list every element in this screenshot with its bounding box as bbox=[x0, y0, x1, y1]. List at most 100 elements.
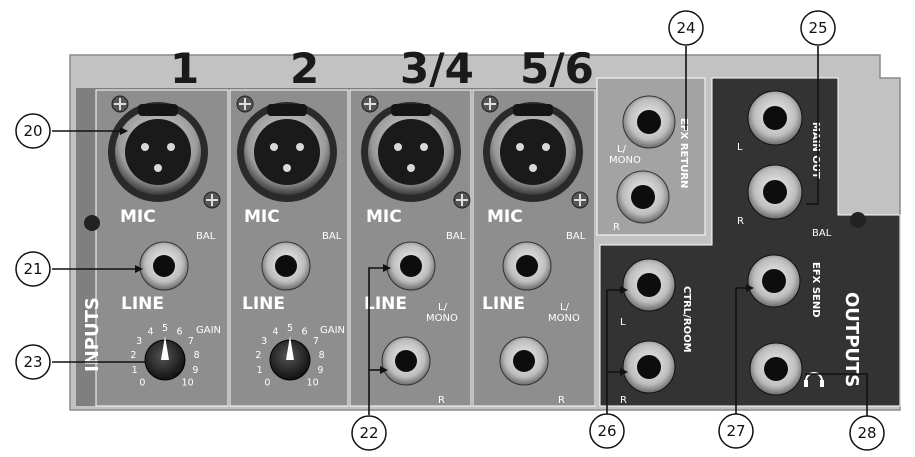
main-out-l-label: L bbox=[737, 142, 743, 153]
efx-return-l-label: L/ bbox=[617, 144, 627, 155]
gain-scale-tick: 6 bbox=[176, 327, 182, 338]
gain-scale-tick: 3 bbox=[261, 336, 267, 347]
efx-send-jack[interactable] bbox=[747, 254, 801, 308]
callout-22: 22 bbox=[351, 415, 387, 451]
xlr-input-2[interactable] bbox=[237, 102, 337, 202]
screw-icon bbox=[481, 95, 499, 113]
xlr-input-1[interactable] bbox=[108, 102, 208, 202]
screw-icon bbox=[571, 191, 589, 209]
main-out-r-label: R bbox=[737, 216, 744, 227]
line-jack-5-6-right[interactable] bbox=[499, 336, 549, 386]
ctrl-room-label: CTRL/ROOM bbox=[681, 286, 692, 353]
callout-21: 21 bbox=[15, 251, 51, 287]
svg-text:22: 22 bbox=[359, 424, 378, 442]
gain-scale-tick: 5 bbox=[287, 323, 293, 334]
svg-text:26: 26 bbox=[597, 422, 616, 440]
bal-label-5-6: BAL bbox=[566, 231, 586, 242]
gain-scale-tick: 0 bbox=[139, 378, 145, 389]
ctrl-room-l-label: L bbox=[620, 317, 626, 328]
outputs-label: OUTPUTS bbox=[841, 292, 862, 387]
gain-scale-tick: 2 bbox=[255, 350, 261, 361]
line-jack-2[interactable] bbox=[261, 241, 311, 291]
bal-label-3-4: BAL bbox=[446, 231, 466, 242]
bal-label-2: BAL bbox=[322, 231, 342, 242]
r-label-3-4: R bbox=[438, 395, 445, 406]
gain-scale-tick: 10 bbox=[182, 378, 194, 389]
gain-scale-tick: 4 bbox=[147, 327, 153, 338]
screw-icon bbox=[453, 191, 471, 209]
inputs-label: INPUTS bbox=[82, 297, 103, 372]
screw-icon bbox=[111, 95, 129, 113]
mic-label-3-4: MIC bbox=[366, 207, 402, 227]
main-out-jack-left[interactable] bbox=[747, 90, 803, 146]
mic-label-1: MIC bbox=[120, 207, 156, 227]
efx-return-label: EFX RETURN bbox=[678, 118, 689, 188]
mic-label-2: MIC bbox=[244, 207, 280, 227]
gain-label-1: GAIN bbox=[196, 325, 221, 336]
gain-scale-tick: 5 bbox=[162, 323, 168, 334]
gain-scale-tick: 7 bbox=[188, 336, 194, 347]
gain-scale-tick: 8 bbox=[319, 350, 325, 361]
line-label-2: LINE bbox=[242, 294, 285, 314]
efx-return-mono-label: MONO bbox=[609, 155, 641, 166]
callout-20: 20 bbox=[15, 113, 51, 149]
gain-scale-tick: 10 bbox=[307, 378, 319, 389]
gain-label-2: GAIN bbox=[320, 325, 345, 336]
gain-scale-tick: 0 bbox=[264, 378, 270, 389]
bal-label-1: BAL bbox=[196, 231, 216, 242]
line-jack-5-6-left[interactable] bbox=[502, 241, 552, 291]
line-jack-3-4-right[interactable] bbox=[381, 336, 431, 386]
xlr-input-3-4[interactable] bbox=[361, 102, 461, 202]
gain-scale-tick: 3 bbox=[136, 336, 142, 347]
screw-icon bbox=[236, 95, 254, 113]
gain-scale-tick: 9 bbox=[192, 365, 198, 376]
callout-28: 28 bbox=[849, 415, 885, 451]
gain-scale-tick: 4 bbox=[272, 327, 278, 338]
headphones-jack[interactable] bbox=[749, 342, 803, 396]
gain-scale-tick: 9 bbox=[317, 365, 323, 376]
callout-26: 26 bbox=[589, 413, 625, 449]
xlr-input-5-6[interactable] bbox=[483, 102, 583, 202]
ctrl-room-r-label: R bbox=[620, 395, 627, 406]
main-out-label: MAIN OUT bbox=[810, 122, 821, 179]
gain-scale-tick: 1 bbox=[132, 365, 138, 376]
ctrl-room-jack-left[interactable] bbox=[622, 258, 676, 312]
svg-text:24: 24 bbox=[676, 19, 695, 37]
svg-text:20: 20 bbox=[23, 122, 42, 140]
efx-send-label: EFX SEND bbox=[810, 262, 821, 318]
mounting-hole-icon bbox=[84, 215, 100, 231]
efx-return-jack-right[interactable] bbox=[616, 170, 670, 224]
ctrl-room-jack-right[interactable] bbox=[622, 340, 676, 394]
gain-scale-tick: 8 bbox=[194, 350, 200, 361]
screw-icon bbox=[361, 95, 379, 113]
gain-scale-tick: 2 bbox=[130, 350, 136, 361]
channel-number-1: 1 bbox=[170, 44, 199, 93]
diagram-svg: 1 2 3/4 5/6 MIC MIC MIC MIC BAL BAL BAL … bbox=[15, 10, 901, 451]
callout-23: 23 bbox=[15, 344, 51, 380]
efx-return-r-label: R bbox=[613, 222, 620, 233]
efx-return-jack-left[interactable] bbox=[622, 95, 676, 149]
main-out-bal-label: BAL bbox=[812, 228, 832, 239]
screw-icon bbox=[203, 191, 221, 209]
svg-text:28: 28 bbox=[857, 424, 876, 442]
main-out-jack-right[interactable] bbox=[747, 164, 803, 220]
svg-text:23: 23 bbox=[23, 353, 42, 371]
gain-scale-tick: 7 bbox=[313, 336, 319, 347]
line-label-3-4: LINE bbox=[364, 294, 407, 314]
mixer-rear-panel-diagram: 1 2 3/4 5/6 MIC MIC MIC MIC BAL BAL BAL … bbox=[0, 0, 915, 453]
svg-text:27: 27 bbox=[726, 422, 745, 440]
channel-number-3-4: 3/4 bbox=[400, 44, 474, 93]
line-label-5-6: LINE bbox=[482, 294, 525, 314]
callout-25: 25 bbox=[800, 10, 836, 46]
callout-24: 24 bbox=[668, 10, 704, 46]
callout-27: 27 bbox=[718, 413, 754, 449]
channel-number-5-6: 5/6 bbox=[520, 44, 594, 93]
line-jack-1[interactable] bbox=[139, 241, 189, 291]
line-label-1: LINE bbox=[121, 294, 164, 314]
line-jack-3-4-left[interactable] bbox=[386, 241, 436, 291]
gain-scale-tick: 1 bbox=[257, 365, 263, 376]
r-label-5-6: R bbox=[558, 395, 565, 406]
svg-text:25: 25 bbox=[808, 19, 827, 37]
gain-scale-tick: 6 bbox=[301, 327, 307, 338]
channel-number-2: 2 bbox=[290, 44, 319, 93]
